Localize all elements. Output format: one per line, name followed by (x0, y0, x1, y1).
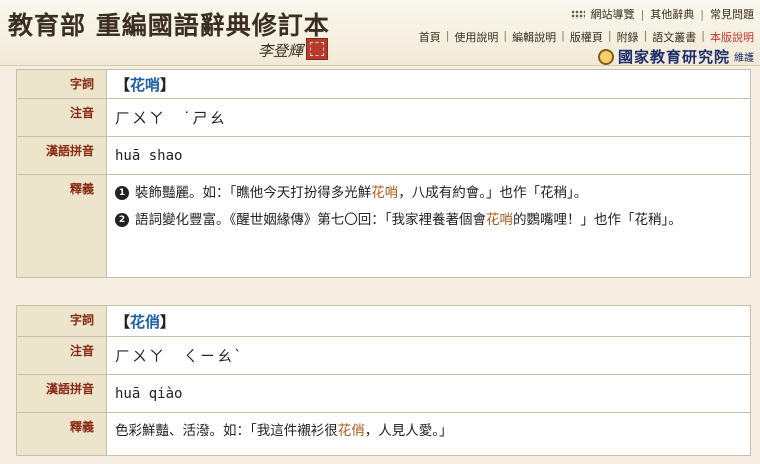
site-header: 教育部 重編國語辭典修訂本 李登輝 署 網站導覽 | 其他辭典 | 常見問題 首… (0, 0, 760, 66)
nav-home[interactable]: 首頁 (419, 29, 441, 45)
label-pinyin: 漢語拼音 (17, 375, 107, 412)
definition-text-after: ，八成有約會。」也作「花稍」。 (398, 185, 588, 201)
label-word: 字詞 (17, 70, 107, 98)
definition-text-after: ，人見人愛。」 (364, 423, 453, 439)
definition-list: 色彩鮮豔、活潑。如：「我這件襯衫很花俏，人見人愛。」 (107, 413, 750, 455)
bopomofo-value: ㄏㄨㄚ ˙ㄕㄠ (115, 109, 227, 127)
row-word: 字詞 【花俏】 (17, 306, 750, 337)
site-title[interactable]: 教育部 重編國語辭典修訂本 (8, 6, 330, 42)
highlighted-word: 花哨 (486, 212, 513, 228)
entry-word: 花俏 (130, 312, 161, 331)
row-bopomofo: 注音 ㄏㄨㄚ ˙ㄕㄠ (17, 99, 750, 137)
label-bopomofo: 注音 (17, 99, 107, 136)
main-nav: 首頁 | 使用說明 | 編輯說明 | 版權頁 | 附錄 | 語文叢書 | 本版說… (419, 29, 754, 45)
nav-appendix[interactable]: 附錄 (617, 29, 639, 45)
row-definition: 釋義 色彩鮮豔、活潑。如：「我這件襯衫很花俏，人見人愛。」 (17, 413, 750, 455)
definition-number: 2 (115, 213, 129, 227)
word-value: 【花俏】 (107, 306, 750, 336)
separator: | (503, 29, 508, 42)
top-links: 網站導覽 | 其他辭典 | 常見問題 (570, 6, 754, 22)
definition-list: 1 裝飾豔麗。如：「瞧他今天打扮得多光鮮花哨，八成有約會。」也作「花稍」。 2 … (107, 175, 750, 277)
definition-text-before: 裝飾豔麗。如：「瞧他今天打扮得多光鮮 (135, 185, 372, 201)
link-other-dictionaries[interactable]: 其他辭典 (650, 6, 694, 22)
label-bopomofo: 注音 (17, 337, 107, 374)
seal-stamp-icon (306, 38, 328, 60)
definition-text-before: 色彩鮮豔、活潑。如：「我這件襯衫很 (115, 423, 338, 439)
label-pinyin: 漢語拼音 (17, 137, 107, 174)
bracket-open: 【 (115, 312, 131, 331)
definition-text: 裝飾豔麗。如：「瞧他今天打扮得多光鮮花哨，八成有約會。」也作「花稍」。 (135, 181, 587, 205)
row-bopomofo: 注音 ㄏㄨㄚ ㄑㄧㄠˋ (17, 337, 750, 375)
separator: | (701, 29, 705, 42)
label-definition: 釋義 (17, 175, 107, 277)
definition-text-before: 語詞變化豐富。《醒世姻緣傳》第七〇回：「我家裡養著個會 (135, 212, 486, 228)
separator: | (445, 29, 450, 42)
nav-edition-notes[interactable]: 本版說明 (710, 29, 754, 45)
dots-icon (570, 9, 585, 19)
word-value: 【花哨】 (107, 70, 750, 98)
separator: | (640, 7, 645, 21)
definition-number: 1 (115, 186, 129, 200)
row-definition: 釋義 1 裝飾豔麗。如：「瞧他今天打扮得多光鮮花哨，八成有約會。」也作「花稍」。… (17, 175, 750, 277)
definition-text-after: 的鸚嘴哩！」也作「花稍」。 (513, 212, 682, 228)
org-logo[interactable]: 國家教育研究院 維護 (597, 46, 754, 67)
org-sub: 維護 (734, 53, 754, 64)
separator: | (561, 29, 565, 42)
label-definition: 釋義 (17, 413, 107, 455)
bracket-close: 】 (160, 75, 176, 94)
row-pinyin: 漢語拼音 huā shao (17, 137, 750, 175)
pinyin-value: huā qiào (115, 385, 183, 402)
dictionary-entry: 字詞 【花哨】 注音 ㄏㄨㄚ ˙ㄕㄠ 漢語拼音 huā shao 釋義 1 裝飾… (16, 69, 751, 278)
row-word: 字詞 【花哨】 (17, 70, 750, 99)
highlighted-word: 花俏 (337, 423, 365, 439)
nav-usage[interactable]: 使用說明 (454, 29, 498, 45)
label-word: 字詞 (17, 306, 107, 336)
entry-word: 花哨 (130, 75, 161, 94)
definition-item: 2 語詞變化豐富。《醒世姻緣傳》第七〇回：「我家裡養著個會花哨的鸚嘴哩！」也作「… (115, 208, 742, 232)
definition-item: 1 裝飾豔麗。如：「瞧他今天打扮得多光鮮花哨，八成有約會。」也作「花稍」。 (115, 181, 742, 205)
bracket-close: 】 (160, 312, 176, 331)
nav-language-books[interactable]: 語文叢書 (652, 29, 696, 45)
dictionary-entry: 字詞 【花俏】 注音 ㄏㄨㄚ ㄑㄧㄠˋ 漢語拼音 huā qiào 釋義 色彩鮮… (16, 305, 751, 456)
definition-text: 語詞變化豐富。《醒世姻緣傳》第七〇回：「我家裡養著個會花哨的鸚嘴哩！」也作「花稍… (135, 208, 682, 232)
highlighted-word: 花哨 (371, 185, 399, 201)
definition-text: 色彩鮮豔、活潑。如：「我這件襯衫很花俏，人見人愛。」 (115, 419, 453, 443)
link-site-map[interactable]: 網站導覽 (591, 6, 635, 22)
nav-copyright[interactable]: 版權頁 (570, 29, 603, 45)
separator: | (607, 29, 612, 42)
row-pinyin: 漢語拼音 huā qiào (17, 375, 750, 413)
separator: | (700, 7, 704, 21)
link-faq[interactable]: 常見問題 (710, 6, 754, 22)
nav-editorial[interactable]: 編輯說明 (512, 29, 556, 45)
pinyin-value: huā shao (115, 147, 183, 164)
org-emblem-icon (597, 48, 614, 65)
bopomofo-value: ㄏㄨㄚ ㄑㄧㄠˋ (115, 347, 244, 365)
org-name: 國家教育研究院 (617, 48, 730, 66)
bracket-open: 【 (115, 75, 131, 94)
definition-item: 色彩鮮豔、活潑。如：「我這件襯衫很花俏，人見人愛。」 (115, 419, 742, 443)
separator: | (643, 29, 648, 42)
